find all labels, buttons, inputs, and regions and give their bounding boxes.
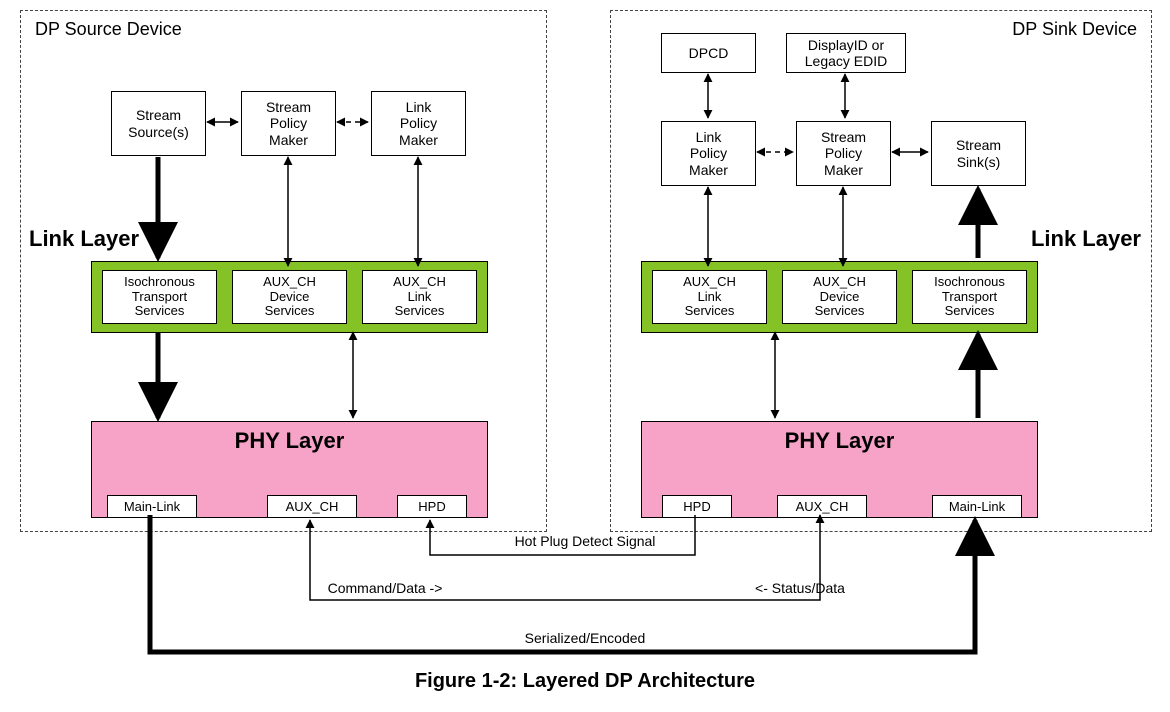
phy-hpd-source: HPD	[397, 495, 467, 517]
sink-title: DP Sink Device	[1008, 19, 1141, 40]
box-link-policy-maker-source: Link Policy Maker	[371, 91, 466, 156]
box-stream-sink: Stream Sink(s)	[931, 121, 1026, 186]
label-serialized: Serialized/Encoded	[500, 630, 670, 646]
box-aux-device-source: AUX_CH Device Services	[232, 270, 347, 324]
phy-hpd-sink: HPD	[662, 495, 732, 517]
link-layer-label-sink: Link Layer	[1031, 226, 1141, 252]
box-link-policy-maker-sink: Link Policy Maker	[661, 121, 756, 186]
figure-caption: Figure 1-2: Layered DP Architecture	[0, 670, 1170, 693]
label-command-data: Command/Data ->	[305, 580, 465, 596]
box-edid: DisplayID or Legacy EDID	[786, 33, 906, 73]
label-hpd-signal: Hot Plug Detect Signal	[495, 533, 675, 549]
dp-sink-device: DP Sink Device DPCD DisplayID or Legacy …	[610, 10, 1152, 532]
dp-source-device: DP Source Device Stream Source(s) Stream…	[20, 10, 547, 532]
box-isochronous-source: Isochronous Transport Services	[102, 270, 217, 324]
phy-title-source: PHY Layer	[92, 428, 487, 454]
box-dpcd: DPCD	[661, 33, 756, 73]
box-stream-policy-maker-source: Stream Policy Maker	[241, 91, 336, 156]
phy-main-link-source: Main-Link	[107, 495, 197, 517]
label-status-data: <- Status/Data	[720, 580, 880, 596]
phy-layer-bar-sink: PHY Layer HPD AUX_CH Main-Link	[641, 421, 1038, 518]
diagram-canvas: DP Source Device Stream Source(s) Stream…	[0, 0, 1170, 712]
box-aux-device-sink: AUX_CH Device Services	[782, 270, 897, 324]
phy-aux-ch-sink: AUX_CH	[777, 495, 867, 517]
link-layer-bar-sink: AUX_CH Link Services AUX_CH Device Servi…	[641, 261, 1038, 333]
phy-aux-ch-source: AUX_CH	[267, 495, 357, 517]
box-isochronous-sink: Isochronous Transport Services	[912, 270, 1027, 324]
box-stream-source: Stream Source(s)	[111, 91, 206, 156]
source-title: DP Source Device	[31, 19, 186, 40]
box-aux-link-source: AUX_CH Link Services	[362, 270, 477, 324]
box-stream-policy-maker-sink: Stream Policy Maker	[796, 121, 891, 186]
phy-title-sink: PHY Layer	[642, 428, 1037, 454]
phy-layer-bar-source: PHY Layer Main-Link AUX_CH HPD	[91, 421, 488, 518]
phy-main-link-sink: Main-Link	[932, 495, 1022, 517]
link-layer-label-source: Link Layer	[11, 226, 139, 252]
box-aux-link-sink: AUX_CH Link Services	[652, 270, 767, 324]
link-layer-bar-source: Isochronous Transport Services AUX_CH De…	[91, 261, 488, 333]
